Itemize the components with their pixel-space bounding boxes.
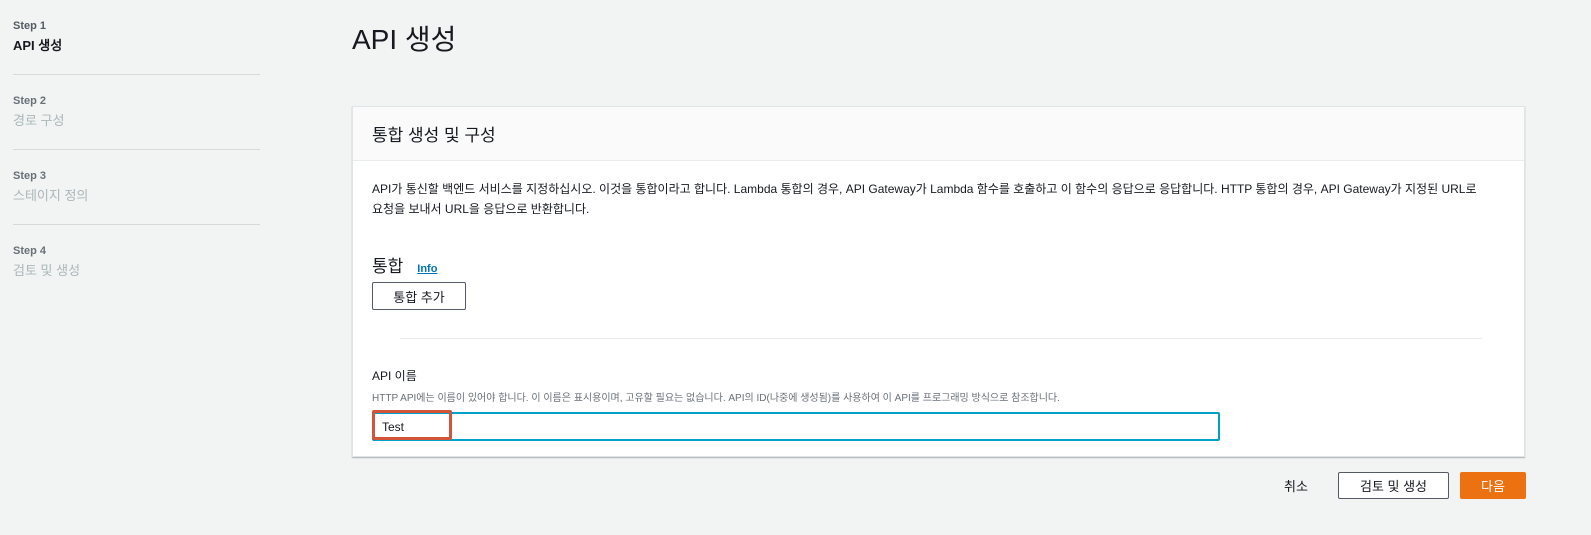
step-title: 경로 구성 [13,113,65,128]
step-4[interactable]: Step 4 검토 및 생성 [13,237,260,299]
panel-description: API가 통신할 백엔드 서비스를 지정하십시오. 이것을 통합이라고 합니다.… [372,182,1477,216]
step-number: Step 4 [13,245,47,257]
step-title: API 생성 [13,38,63,53]
integration-panel: 통합 생성 및 구성 API가 통신할 백엔드 서비스를 지정하십시오. 이것을… [352,106,1525,457]
api-name-label: API 이름 [372,369,417,383]
step-number: Step 1 [13,20,47,32]
api-name-description: HTTP API에는 이름이 있어야 합니다. 이 이름은 표시용이며, 고유할… [372,393,1060,404]
add-integration-button[interactable]: 통합 추가 [372,282,466,310]
wizard-steps: Step 1 API 생성 Step 2 경로 구성 Step 3 스테이지 정… [13,12,260,311]
step-2[interactable]: Step 2 경로 구성 [13,87,260,150]
step-3[interactable]: Step 3 스테이지 정의 [13,162,260,225]
cancel-button[interactable]: 취소 [1284,476,1308,495]
step-title: 검토 및 생성 [13,263,81,278]
panel-header: 통합 생성 및 구성 [353,107,1524,161]
divider [400,338,1482,339]
info-link[interactable]: Info [417,263,437,275]
panel-header-title: 통합 생성 및 구성 [372,126,496,145]
next-button[interactable]: 다음 [1460,472,1526,499]
api-name-input[interactable] [372,412,1220,441]
step-number: Step 3 [13,170,47,182]
review-and-create-button[interactable]: 검토 및 생성 [1338,472,1449,499]
integration-label: 통합 [372,257,404,276]
integration-section: 통합 Info [372,252,437,277]
step-number: Step 2 [13,95,47,107]
page-title: API 생성 [352,24,457,55]
step-title: 스테이지 정의 [13,188,89,203]
step-1[interactable]: Step 1 API 생성 [13,12,260,75]
